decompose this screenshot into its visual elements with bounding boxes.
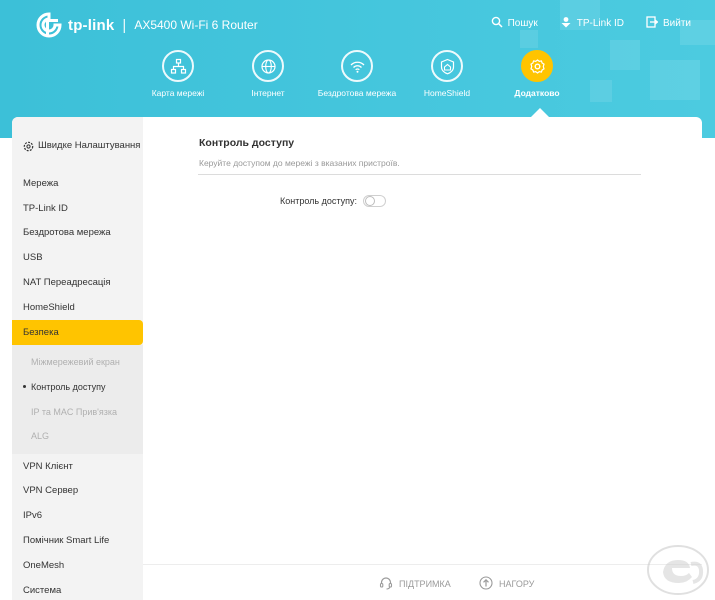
main-panel: Швидке Налаштування Мережа TP-Link ID Бе… bbox=[12, 117, 702, 600]
sidebar-item-ipv6[interactable]: IPv6 bbox=[12, 503, 143, 528]
gear-icon bbox=[521, 50, 553, 82]
quick-setup-label: Швидке Налаштування bbox=[38, 139, 141, 151]
submenu-alg[interactable]: ALG bbox=[12, 424, 143, 449]
wifi-icon bbox=[341, 50, 373, 82]
security-submenu: Міжмережевий екран Контроль доступу IP т… bbox=[12, 344, 143, 454]
toggle-knob bbox=[364, 196, 375, 206]
headset-icon bbox=[379, 576, 393, 592]
main-nav: Карта мережі Інтернет Бездротова мережа … bbox=[0, 50, 715, 120]
brand: tp-link | AX5400 Wi-Fi 6 Router bbox=[36, 11, 258, 39]
sidebar-item-nat[interactable]: NAT Переадресація bbox=[12, 270, 143, 295]
nav-homeshield-label: HomeShield bbox=[423, 88, 471, 98]
sidebar-item-vpn-client[interactable]: VPN Клієнт bbox=[12, 454, 143, 479]
tplink-logo-icon bbox=[36, 12, 62, 38]
submenu-access-control-label: Контроль доступу bbox=[31, 381, 106, 392]
sidebar-item-vpn-server[interactable]: VPN Сервер bbox=[12, 479, 143, 504]
logout-link[interactable]: Вийти bbox=[646, 16, 691, 31]
access-control-label: Контроль доступу: bbox=[280, 196, 357, 206]
sidebar: Швидке Налаштування Мережа TP-Link ID Бе… bbox=[12, 117, 143, 600]
submenu-firewall[interactable]: Міжмережевий екран bbox=[12, 350, 143, 375]
active-nav-pointer bbox=[531, 108, 549, 117]
sidebar-item-smart-life[interactable]: Помічник Smart Life bbox=[12, 528, 143, 553]
decor-pixel bbox=[520, 30, 538, 48]
tplink-id-link-label: TP-Link ID bbox=[576, 18, 624, 29]
nav-wireless-label: Бездротова мережа bbox=[317, 88, 397, 98]
back-to-top-label: НАГОРУ bbox=[499, 579, 535, 589]
title-divider bbox=[198, 174, 641, 175]
search-link[interactable]: Пошук bbox=[491, 16, 538, 31]
network-map-icon bbox=[162, 50, 194, 82]
router-model: AX5400 Wi-Fi 6 Router bbox=[134, 18, 258, 32]
home-shield-icon bbox=[431, 50, 463, 82]
nav-network-map-label: Карта мережі bbox=[151, 88, 205, 98]
site-watermark-logo bbox=[645, 542, 711, 598]
globe-icon bbox=[252, 50, 284, 82]
tplink-id-icon bbox=[560, 16, 572, 31]
sidebar-item-network[interactable]: Мережа bbox=[12, 171, 143, 196]
logout-link-label: Вийти bbox=[662, 18, 691, 29]
top-links: Пошук TP-Link ID Вийти bbox=[491, 16, 691, 31]
footer-bar: ПІДТРИМКА НАГОРУ bbox=[143, 564, 702, 600]
sidebar-item-wireless[interactable]: Бездротова мережа bbox=[12, 221, 143, 246]
sidebar-item-quick-setup[interactable]: Швидке Налаштування bbox=[12, 117, 143, 171]
sidebar-item-onemesh[interactable]: OneMesh bbox=[12, 553, 143, 578]
page-title: Контроль доступу bbox=[199, 137, 295, 149]
back-to-top-link[interactable]: НАГОРУ bbox=[479, 576, 534, 592]
support-link[interactable]: ПІДТРИМКА bbox=[379, 576, 451, 592]
search-link-label: Пошук bbox=[507, 18, 538, 29]
nav-network-map[interactable]: Карта мережі bbox=[133, 50, 223, 98]
search-icon bbox=[491, 16, 503, 31]
nav-advanced-label: Додатково bbox=[514, 88, 560, 98]
nav-advanced[interactable]: Додатково bbox=[492, 50, 582, 98]
nav-wireless[interactable]: Бездротова мережа bbox=[312, 50, 402, 98]
tplink-id-link[interactable]: TP-Link ID bbox=[560, 16, 624, 31]
support-label: ПІДТРИМКА bbox=[399, 579, 451, 589]
logout-icon bbox=[646, 16, 659, 31]
sidebar-item-system[interactable]: Система bbox=[12, 578, 143, 600]
access-control-field: Контроль доступу: bbox=[280, 195, 386, 207]
sidebar-item-tplink-id[interactable]: TP-Link ID bbox=[12, 196, 143, 221]
quick-setup-gear-icon bbox=[23, 140, 34, 155]
nav-internet[interactable]: Інтернет bbox=[223, 50, 313, 98]
sidebar-item-usb[interactable]: USB bbox=[12, 245, 143, 270]
brand-name: tp-link bbox=[68, 16, 115, 34]
content-area: Контроль доступу Керуйте доступом до мер… bbox=[143, 117, 702, 600]
current-dot-icon bbox=[23, 385, 26, 389]
submenu-ip-mac-binding[interactable]: IP та MAC Прив'язка bbox=[12, 399, 143, 424]
sidebar-item-homeshield[interactable]: HomeShield bbox=[12, 295, 143, 320]
brand-separator: | bbox=[122, 16, 127, 34]
quick-setup-wrap: Швидке Налаштування bbox=[23, 140, 140, 155]
submenu-access-control[interactable]: Контроль доступу bbox=[12, 374, 143, 399]
access-control-toggle[interactable] bbox=[362, 195, 386, 207]
arrow-up-icon bbox=[479, 576, 493, 592]
nav-homeshield[interactable]: HomeShield bbox=[402, 50, 492, 98]
page-description: Керуйте доступом до мережі з вказаних пр… bbox=[199, 158, 400, 168]
sidebar-item-security[interactable]: Безпека bbox=[12, 319, 143, 345]
nav-internet-label: Інтернет bbox=[251, 88, 285, 98]
